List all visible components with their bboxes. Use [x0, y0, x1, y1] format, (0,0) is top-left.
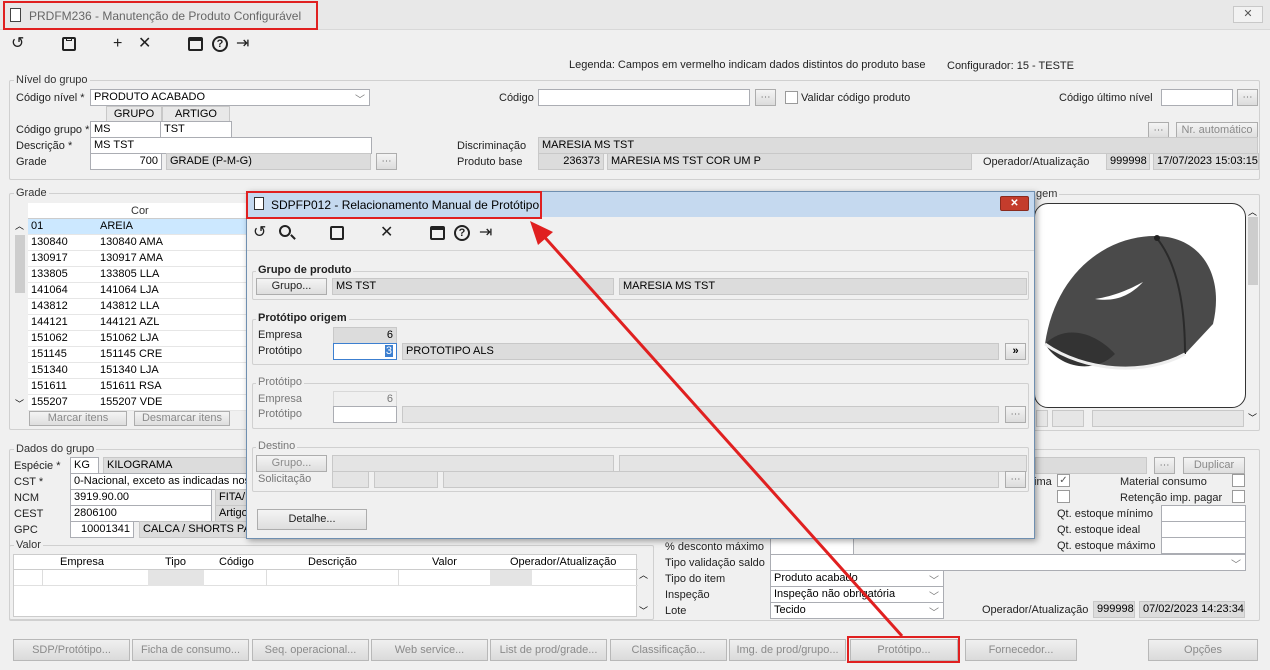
arrow-line [538, 230, 904, 638]
annotation-arrow [530, 221, 904, 638]
